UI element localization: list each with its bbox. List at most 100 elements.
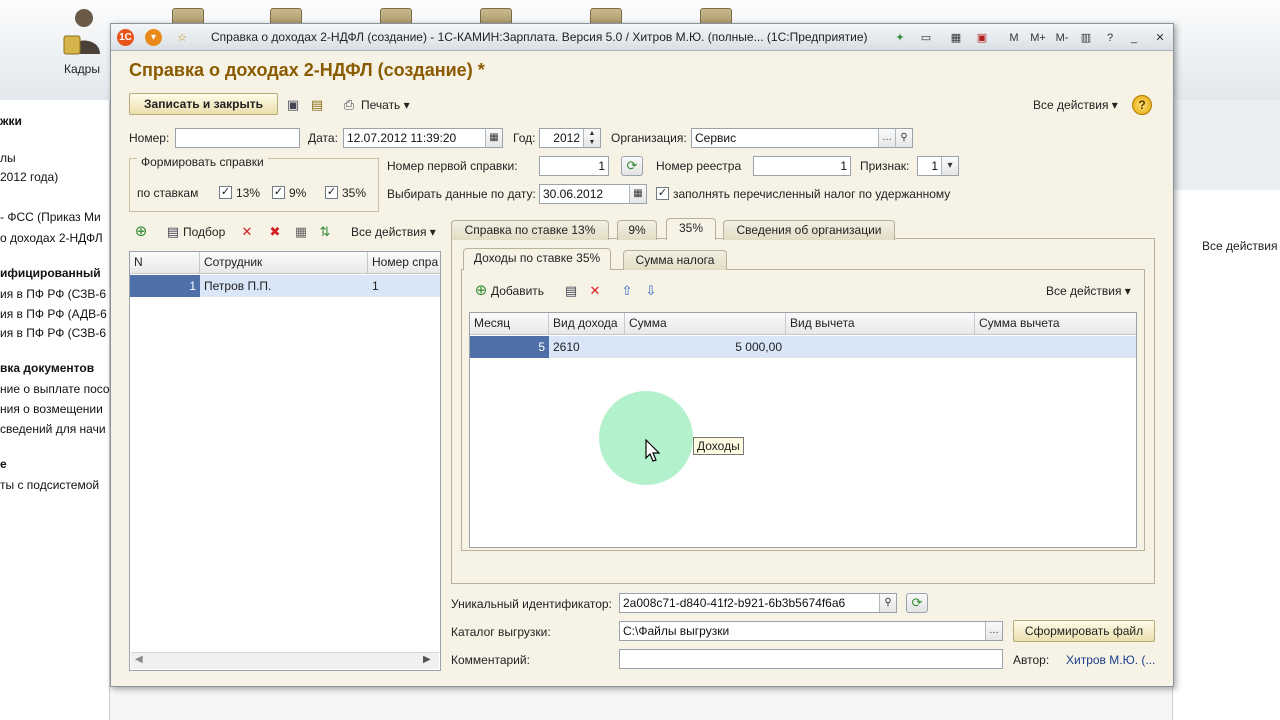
number-field[interactable] bbox=[175, 128, 300, 148]
memory-m-minus-button[interactable]: M- bbox=[1051, 28, 1073, 46]
bg-navigation-item[interactable]: ния о возмещении bbox=[0, 402, 103, 416]
close-icon[interactable]: ✕ bbox=[1151, 28, 1169, 46]
first-number-field[interactable]: 1 bbox=[539, 156, 609, 176]
left-all-actions-menu[interactable]: Все действия ▾ bbox=[351, 225, 436, 239]
copy-icon[interactable]: ▭ bbox=[917, 28, 935, 46]
clear-table-icon[interactable]: ✖ bbox=[267, 224, 283, 240]
form-file-button[interactable]: Сформировать файл bbox=[1013, 620, 1155, 642]
organization-field[interactable]: Сервис … ⚲ bbox=[691, 128, 913, 148]
bg-navigation-item[interactable]: ия в ПФ РФ (АДВ-6 bbox=[0, 307, 107, 321]
select-date-calendar-icon[interactable]: ▦ bbox=[629, 185, 646, 203]
column-header-employee[interactable]: Сотрудник bbox=[200, 252, 368, 274]
bg-navigation-item[interactable]: ние о выплате посо bbox=[0, 382, 110, 396]
column-header-month[interactable]: Месяц bbox=[470, 313, 549, 335]
move-down-icon[interactable]: ⇩ bbox=[643, 283, 659, 299]
help-icon[interactable]: ? bbox=[1132, 95, 1152, 115]
sign-dropdown-icon[interactable]: ▾ bbox=[941, 157, 958, 175]
export-dir-field[interactable]: C:\Файлы выгрузки … bbox=[619, 621, 1003, 641]
kadry-label[interactable]: Кадры bbox=[62, 62, 102, 76]
calculator-table-icon[interactable]: ▦ bbox=[293, 224, 309, 240]
tab-rate-9[interactable]: 9% bbox=[617, 220, 657, 240]
row-month-cell[interactable]: 5 bbox=[470, 336, 549, 358]
organization-select-button[interactable]: … bbox=[878, 129, 895, 147]
column-header-deduction-sum[interactable]: Сумма вычета bbox=[975, 313, 1136, 335]
author-link[interactable]: Хитров М.Ю. (... bbox=[1066, 653, 1155, 667]
bg-navigation-item[interactable]: ия в ПФ РФ (СЗВ-6 bbox=[0, 326, 106, 340]
bg-navigation-item[interactable]: ия в ПФ РФ (СЗВ-6 bbox=[0, 287, 106, 301]
date-field[interactable]: 12.07.2012 11:39:20 ▦ bbox=[343, 128, 503, 148]
tab-organization-info[interactable]: Сведения об организации bbox=[723, 220, 895, 240]
sign-field[interactable]: 1 ▾ bbox=[917, 156, 959, 176]
bg-navigation-item[interactable]: ты с подсистемой bbox=[0, 478, 99, 492]
save-icon[interactable]: ▣ bbox=[285, 97, 301, 113]
help-window-icon[interactable]: ? bbox=[1101, 28, 1119, 46]
kadry-icon[interactable] bbox=[62, 6, 102, 58]
pick-button[interactable]: Подбор bbox=[183, 225, 225, 239]
bg-navigation-item[interactable]: е bbox=[0, 457, 7, 471]
rate9-checkbox[interactable]: ✓ bbox=[272, 186, 285, 199]
bg-navigation-item[interactable]: о доходах 2-НДФЛ bbox=[0, 231, 103, 245]
add-favorite-icon[interactable]: ✦ bbox=[891, 28, 909, 46]
column-header-deduction-type[interactable]: Вид вычета bbox=[786, 313, 975, 335]
income-all-actions-menu[interactable]: Все действия ▾ bbox=[1046, 284, 1131, 298]
employees-table[interactable]: N Сотрудник Номер спра 1 Петров П.П. 1 ◀… bbox=[129, 251, 441, 671]
regenerate-uid-button[interactable]: ⟳ bbox=[906, 593, 928, 613]
row-deduction-sum-cell[interactable] bbox=[975, 336, 1136, 358]
add-income-icon[interactable]: ⊕ bbox=[473, 283, 489, 299]
scroll-left-icon[interactable]: ◀ bbox=[135, 654, 143, 665]
1c-logo-icon[interactable]: 1С bbox=[117, 29, 134, 46]
fill-icon[interactable]: ⇅ bbox=[317, 224, 333, 240]
calendar-icon[interactable]: ▣ bbox=[973, 28, 991, 46]
column-header-sum[interactable]: Сумма bbox=[625, 313, 786, 335]
window-mode-icon[interactable]: ▥ bbox=[1077, 28, 1095, 46]
registry-number-field[interactable]: 1 bbox=[753, 156, 851, 176]
bg-navigation-item[interactable]: жки bbox=[0, 114, 22, 128]
tab-rate-35[interactable]: 35% bbox=[666, 218, 716, 240]
memory-m-plus-button[interactable]: M+ bbox=[1027, 28, 1049, 46]
row-income-type-cell[interactable]: 2610 bbox=[549, 336, 625, 358]
scroll-right-icon[interactable]: ▶ bbox=[423, 654, 431, 665]
printer-icon[interactable]: ⎙ bbox=[341, 97, 357, 113]
delete-income-icon[interactable]: ✕ bbox=[587, 283, 603, 299]
row-n-cell[interactable]: 1 bbox=[130, 275, 200, 297]
uid-search-icon[interactable]: ⚲ bbox=[879, 594, 896, 612]
window-titlebar[interactable]: 1С ▾ ☆ Справка о доходах 2-НДФЛ (создани… bbox=[111, 24, 1173, 51]
favorite-star-icon[interactable]: ☆ bbox=[173, 28, 191, 46]
column-header-income-type[interactable]: Вид дохода bbox=[549, 313, 625, 335]
income-table[interactable]: Месяц Вид дохода Сумма Вид вычета Сумма … bbox=[469, 312, 1137, 548]
date-calendar-icon[interactable]: ▦ bbox=[485, 129, 502, 147]
save-and-close-button[interactable]: Записать и закрыть bbox=[129, 93, 278, 115]
year-spinner-icon[interactable]: ▲ ▼ bbox=[583, 129, 600, 147]
window-menu-icon[interactable]: ▾ bbox=[145, 29, 162, 46]
calculator-icon[interactable]: ▦ bbox=[947, 28, 965, 46]
fill-tax-checkbox[interactable]: ✓ bbox=[656, 187, 669, 200]
print-menu-button[interactable]: Печать ▾ bbox=[361, 98, 410, 112]
bg-navigation-item[interactable]: вка документов bbox=[0, 361, 94, 375]
subtab-tax-amount[interactable]: Сумма налога bbox=[623, 250, 727, 270]
row-employee-cell[interactable]: Петров П.П. bbox=[200, 275, 368, 297]
refresh-number-button[interactable]: ⟳ bbox=[621, 156, 643, 176]
rate35-checkbox[interactable]: ✓ bbox=[325, 186, 338, 199]
column-header-cert-number[interactable]: Номер спра bbox=[368, 252, 440, 274]
move-up-icon[interactable]: ⇧ bbox=[619, 283, 635, 299]
year-field[interactable]: 2012 ▲ ▼ bbox=[539, 128, 601, 148]
organization-search-icon[interactable]: ⚲ bbox=[895, 129, 912, 147]
rate13-checkbox[interactable]: ✓ bbox=[219, 186, 232, 199]
add-income-button[interactable]: Добавить bbox=[491, 284, 544, 298]
tab-rate-13[interactable]: Справка по ставке 13% bbox=[451, 220, 609, 240]
bg-navigation-item[interactable]: 2012 года) bbox=[0, 170, 58, 184]
bg-all-actions-menu[interactable]: Все действия bbox=[1202, 239, 1277, 253]
horizontal-scrollbar[interactable]: ◀ ▶ bbox=[131, 652, 439, 669]
memory-m-button[interactable]: M bbox=[1005, 28, 1023, 46]
bg-navigation-item[interactable]: ифицированный bbox=[0, 266, 101, 280]
row-deduction-type-cell[interactable] bbox=[786, 336, 975, 358]
copy-row-icon[interactable]: ▤ bbox=[563, 283, 579, 299]
bg-navigation-item[interactable]: лы bbox=[0, 151, 16, 165]
delete-icon[interactable]: ✕ bbox=[239, 224, 255, 240]
add-row-icon[interactable]: ⊕ bbox=[133, 224, 149, 240]
select-date-field[interactable]: 30.06.2012 ▦ bbox=[539, 184, 647, 204]
bg-navigation-item[interactable]: сведений для начи bbox=[0, 422, 106, 436]
row-sum-cell[interactable]: 5 000,00 bbox=[625, 336, 786, 358]
subtab-income-35[interactable]: Доходы по ставке 35% bbox=[463, 248, 611, 270]
post-document-icon[interactable]: ▤ bbox=[309, 97, 325, 113]
